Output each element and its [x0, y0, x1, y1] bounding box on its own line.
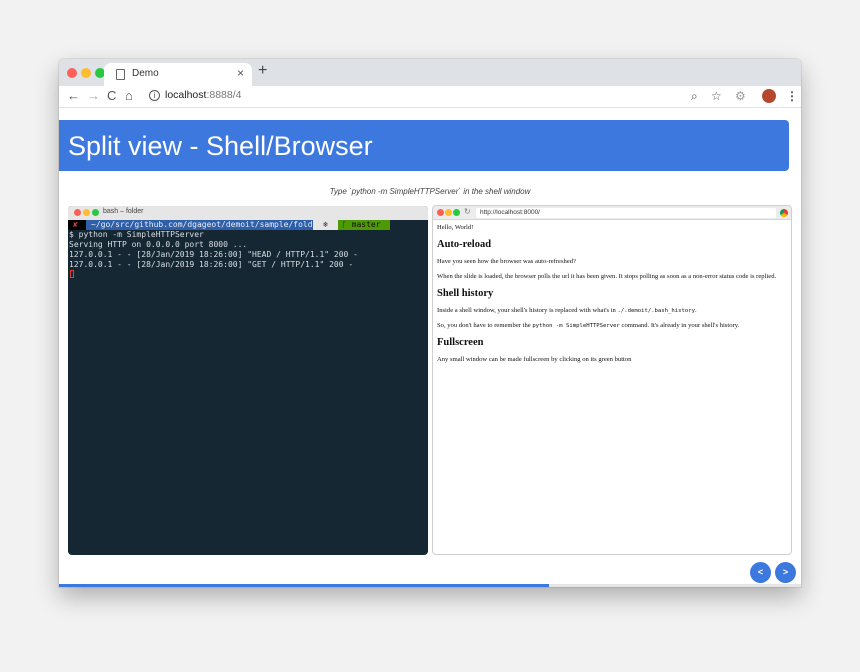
prompt-status: ✘: [68, 220, 86, 230]
back-button[interactable]: ←: [67, 88, 80, 104]
star-icon[interactable]: ☆: [711, 88, 722, 104]
heading-shell-history: Shell history: [437, 288, 494, 299]
branch-icon: ᚴ: [342, 220, 352, 229]
browser-toolbar: ← → C ⌂ i localhost:8888/4 ⌕ ☆ ⚙ ⋮: [59, 86, 801, 108]
page-title: Split view - Shell/Browser: [68, 131, 373, 161]
paragraph: So, you don't have to remember the pytho…: [437, 322, 740, 329]
pane-minimize-button[interactable]: [445, 209, 452, 216]
tab-close-icon[interactable]: ×: [237, 66, 244, 80]
pane-fullscreen-button[interactable]: [453, 209, 460, 216]
snowflake-icon: ❄: [313, 220, 338, 230]
pane-toolbar: ↻ http://localhost:8000/: [433, 206, 791, 220]
avatar[interactable]: [762, 89, 776, 103]
reload-icon[interactable]: ↻: [464, 207, 471, 216]
extension-icon[interactable]: ⚙: [735, 88, 746, 104]
zoom-icon[interactable]: ⌕: [691, 88, 698, 104]
menu-icon[interactable]: ⋮: [786, 88, 798, 104]
slide-progress-fill: [59, 584, 549, 587]
heading-fullscreen: Fullscreen: [437, 337, 484, 348]
info-icon[interactable]: i: [149, 90, 160, 101]
terminal-cursor: [70, 270, 74, 278]
slide-progress-bar: [59, 584, 801, 587]
page-icon: [116, 69, 125, 80]
pane-url-input[interactable]: http://localhost:8000/: [476, 208, 776, 218]
next-slide-button[interactable]: >: [775, 562, 796, 583]
address-bar[interactable]: i localhost:8888/4: [141, 87, 681, 105]
previous-slide-button[interactable]: <: [750, 562, 771, 583]
close-window-button[interactable]: [67, 68, 77, 78]
new-tab-button[interactable]: +: [258, 62, 267, 80]
heading-auto-reload: Auto-reload: [437, 239, 492, 250]
home-button[interactable]: ⌂: [125, 88, 133, 104]
paragraph: Have you seen how the browser was auto-r…: [437, 258, 576, 265]
slide-subtitle: Type `python -m SimpleHTTPServer` in the…: [329, 187, 531, 196]
terminal-line: 127.0.0.1 - - [28/Jan/2019 18:26:00] "GE…: [69, 260, 354, 269]
terminal-titlebar: bash – folder: [68, 206, 428, 220]
terminal-line: Serving HTTP on 0.0.0.0 port 8000 ...: [69, 240, 248, 249]
slide-header: Split view - Shell/Browser: [59, 120, 789, 171]
prompt-path: ~/go/src/github.com/dgageot/demoit/sampl…: [86, 220, 313, 230]
shell-window[interactable]: bash – folder ✘ ~/go/src/github.com/dgag…: [68, 206, 428, 555]
terminal-title: bash – folder: [103, 208, 144, 215]
paragraph: When the slide is loaded, the browser po…: [437, 273, 777, 280]
url-text: localhost:8888/4: [165, 89, 242, 101]
paragraph: Any small window can be made fullscreen …: [437, 356, 632, 363]
terminal-output[interactable]: ✘ ~/go/src/github.com/dgageot/demoit/sam…: [68, 220, 428, 280]
chrome-icon: [780, 209, 788, 217]
terminal-minimize-button[interactable]: [83, 209, 90, 216]
browser-pane[interactable]: ↻ http://localhost:8000/ Hello, World! A…: [432, 205, 792, 555]
paragraph: Inside a shell window, your shell's hist…: [437, 307, 697, 314]
terminal-line: 127.0.0.1 - - [28/Jan/2019 18:26:00] "HE…: [69, 250, 358, 259]
tab-strip: Demo × +: [59, 59, 801, 86]
tab-demo[interactable]: Demo ×: [104, 63, 252, 86]
forward-button[interactable]: →: [87, 88, 100, 104]
pane-close-button[interactable]: [437, 209, 444, 216]
prompt-git-branch: ᚴ master: [338, 220, 390, 230]
hello-text: Hello, World!: [437, 224, 474, 231]
minimize-window-button[interactable]: [81, 68, 91, 78]
terminal-line: $ python -m SimpleHTTPServer: [69, 230, 204, 239]
terminal-cursor-line: [68, 270, 428, 280]
pane-content: Hello, World! Auto-reload Have you seen …: [437, 224, 787, 371]
terminal-close-button[interactable]: [74, 209, 81, 216]
reload-button[interactable]: C: [107, 88, 116, 104]
tab-title: Demo: [132, 68, 159, 79]
terminal-fullscreen-button[interactable]: [92, 209, 99, 216]
shell-prompt: ✘ ~/go/src/github.com/dgageot/demoit/sam…: [68, 220, 428, 230]
browser-window: Demo × + ← → C ⌂ i localhost:8888/4 ⌕ ☆ …: [59, 59, 801, 587]
